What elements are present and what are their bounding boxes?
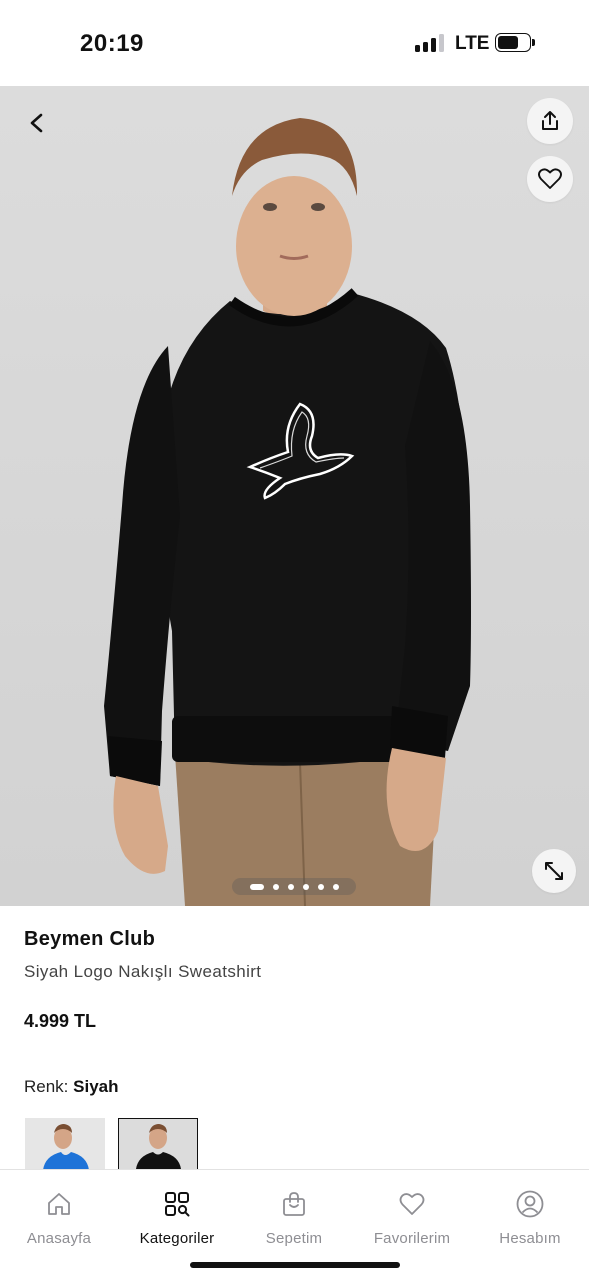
heart-icon bbox=[538, 168, 562, 189]
product-photo bbox=[104, 118, 471, 906]
nav-label: Kategoriler bbox=[139, 1230, 215, 1247]
gallery-pagination[interactable] bbox=[232, 878, 356, 895]
gallery-dot[interactable] bbox=[287, 883, 294, 890]
nav-label: Sepetim bbox=[265, 1230, 323, 1247]
gallery-dot[interactable] bbox=[332, 883, 339, 890]
nav-item-favorites[interactable]: Favorilerim bbox=[353, 1188, 471, 1247]
color-label: Renk: bbox=[24, 1077, 69, 1096]
gallery-dot[interactable] bbox=[317, 883, 324, 890]
gallery-dot[interactable] bbox=[302, 883, 309, 890]
gallery-dot[interactable] bbox=[272, 883, 279, 890]
home-indicator bbox=[190, 1262, 400, 1268]
categories-icon bbox=[165, 1192, 190, 1217]
nav-label: Favorilerim bbox=[373, 1230, 451, 1247]
chevron-left-icon bbox=[30, 113, 43, 133]
nav-item-cart[interactable]: Sepetim bbox=[235, 1188, 353, 1247]
network-type: LTE bbox=[455, 33, 490, 54]
nav-label: Hesabım bbox=[499, 1230, 561, 1247]
home-icon bbox=[48, 1193, 70, 1215]
nav-item-home[interactable]: Anasayfa bbox=[0, 1188, 118, 1247]
expand-icon bbox=[545, 862, 563, 880]
account-icon bbox=[516, 1190, 544, 1218]
gallery-dot[interactable] bbox=[249, 883, 264, 890]
nav-label: Anasayfa bbox=[26, 1230, 92, 1247]
cellular-signal-icon bbox=[415, 34, 445, 52]
swatch-thumbnail-image bbox=[119, 1119, 197, 1169]
product-price: 4.999 TL bbox=[24, 1011, 97, 1031]
product-name: Siyah Logo Nakışlı Sweatshirt bbox=[24, 962, 262, 981]
bag-icon bbox=[283, 1192, 305, 1216]
expand-image-button[interactable] bbox=[532, 849, 576, 893]
heart-icon bbox=[399, 1193, 425, 1215]
nav-item-categories[interactable]: Kategoriler bbox=[118, 1188, 236, 1247]
color-swatch-blue[interactable] bbox=[25, 1118, 105, 1170]
product-brand[interactable]: Beymen Club bbox=[24, 928, 155, 951]
share-icon bbox=[542, 111, 558, 130]
color-swatch-black[interactable] bbox=[118, 1118, 198, 1170]
battery-icon bbox=[495, 33, 535, 52]
product-image-gallery[interactable] bbox=[0, 86, 589, 906]
color-value: Siyah bbox=[73, 1077, 119, 1096]
back-button[interactable] bbox=[20, 106, 54, 140]
favorite-button[interactable] bbox=[527, 156, 573, 202]
share-button[interactable] bbox=[527, 98, 573, 144]
status-time: 20:19 bbox=[80, 30, 144, 57]
swatch-thumbnail-image bbox=[25, 1118, 105, 1170]
status-bar: 20:19 LTE bbox=[0, 0, 589, 86]
nav-item-account[interactable]: Hesabım bbox=[471, 1188, 589, 1247]
color-selection-label: Renk: Siyah bbox=[24, 1077, 119, 1097]
